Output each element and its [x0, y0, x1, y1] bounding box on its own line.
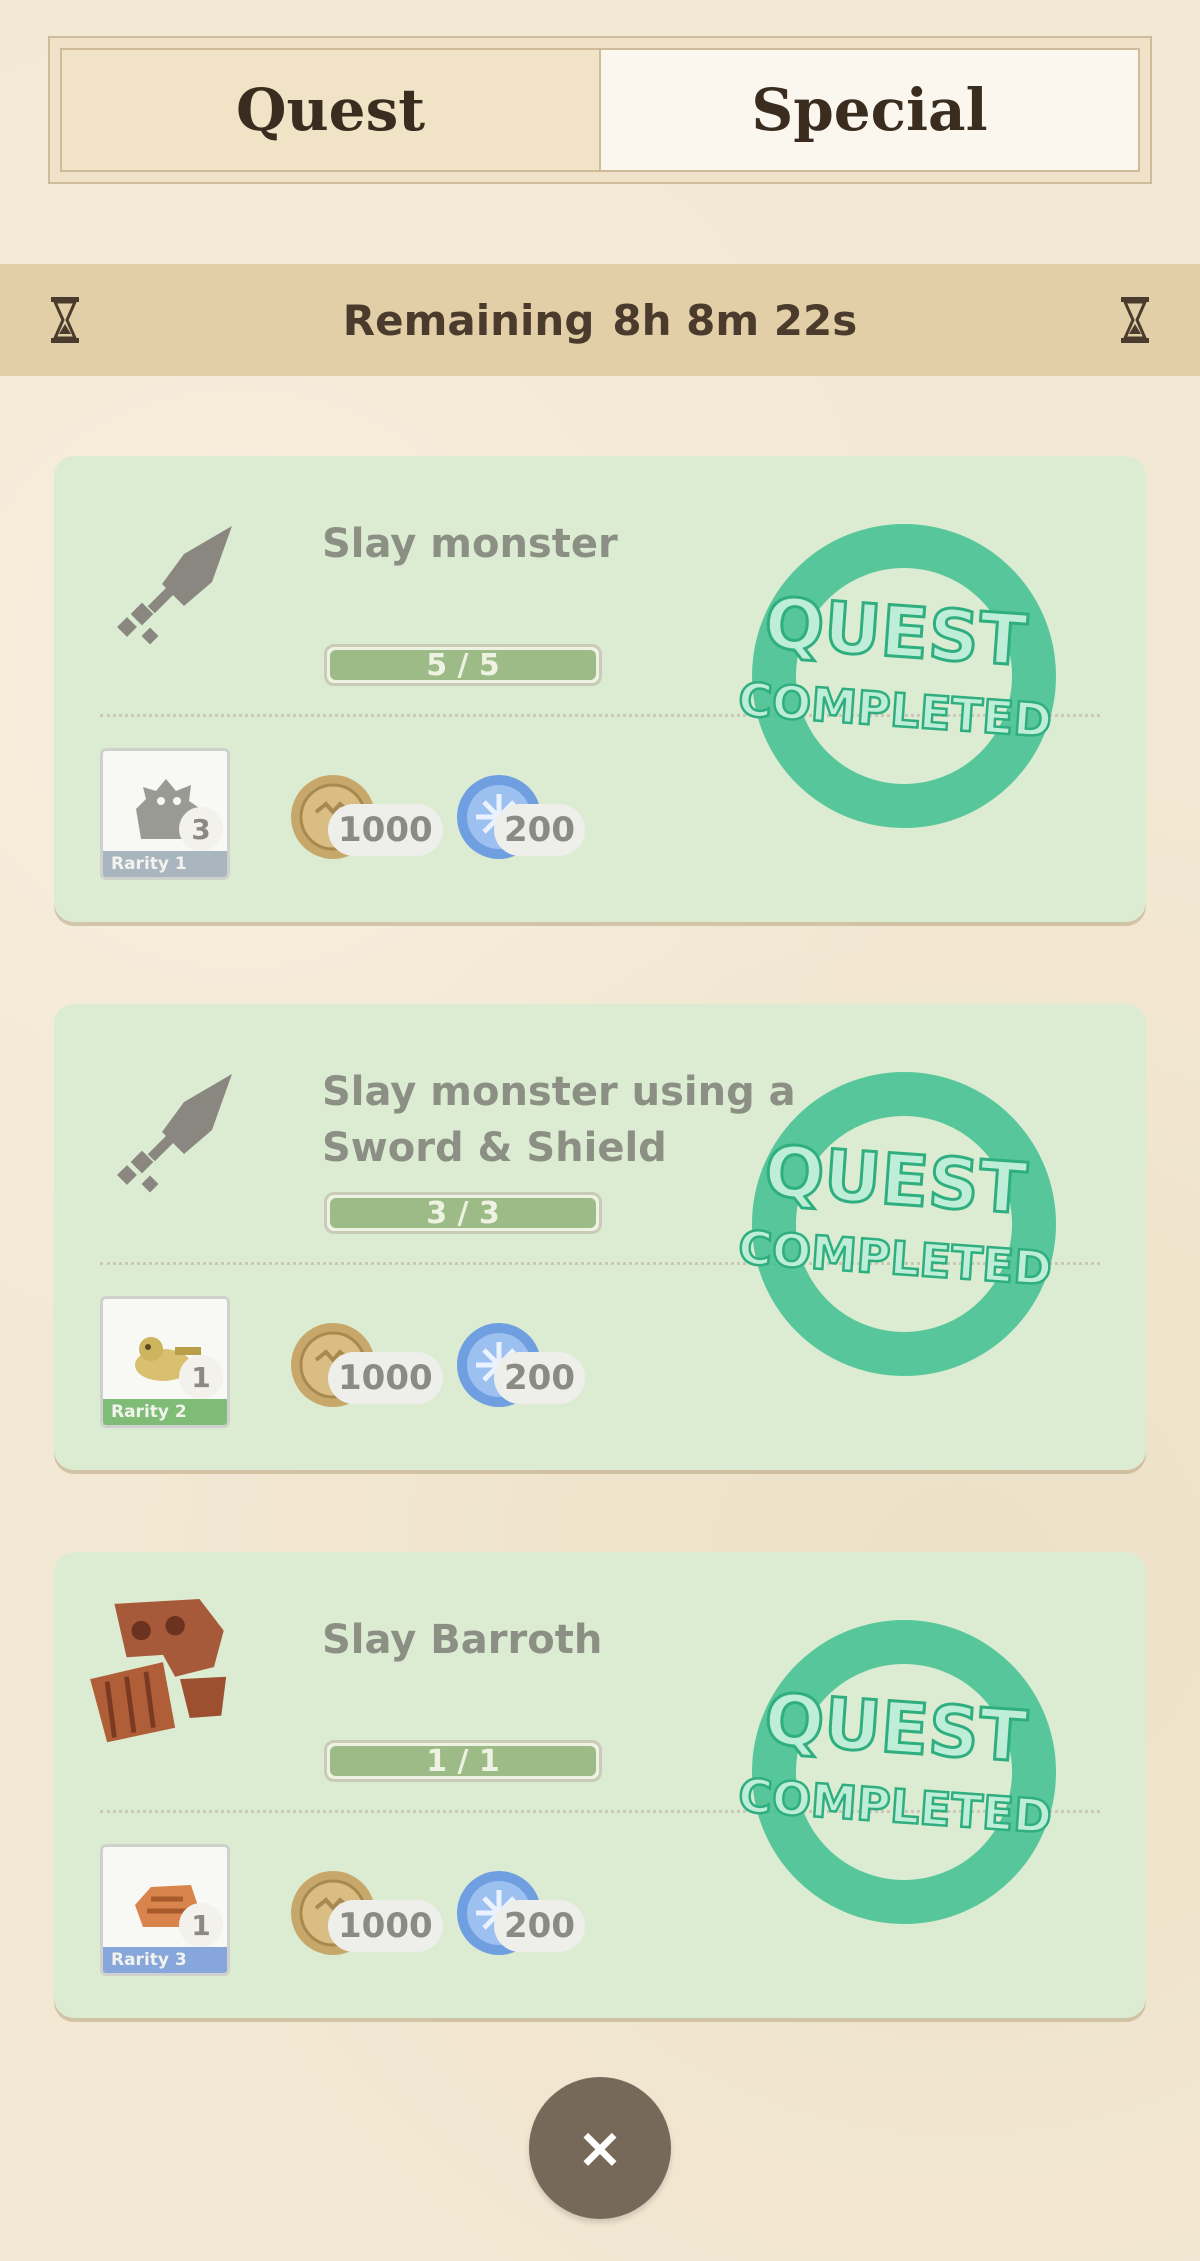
reward-item[interactable]: 3 Rarity 1 — [100, 748, 230, 880]
quest-card[interactable]: Slay monster 5 / 5 3 Rarity 1 1000 200 Q… — [54, 456, 1146, 922]
progress-text: 3 / 3 — [426, 1195, 500, 1231]
stamp-quest-text: QUEST — [762, 582, 1030, 682]
zenny-reward: 1000 — [288, 1862, 443, 1962]
hourglass-icon — [51, 297, 79, 343]
progress-text: 1 / 1 — [426, 1743, 500, 1779]
zenny-reward: 1000 — [288, 1314, 443, 1414]
tab-special[interactable]: Special — [599, 50, 1138, 170]
close-button[interactable]: × — [529, 2077, 671, 2219]
quest-card[interactable]: Slay monster using a Sword & Shield 3 / … — [54, 1004, 1146, 1470]
sword-icon — [117, 526, 232, 645]
quest-card[interactable]: Slay Barroth 1 / 1 1 Rarity 3 1000 200 Q… — [54, 1552, 1146, 2018]
reward-item[interactable]: 1 Rarity 2 — [100, 1296, 230, 1428]
quest-completed-stamp: QUEST COMPLETED — [735, 524, 1056, 828]
sword-icon — [117, 1074, 232, 1193]
item-count: 3 — [179, 807, 223, 851]
remaining-label: Remaining — [342, 295, 595, 345]
points-amount: 200 — [494, 804, 585, 856]
remaining-timer-bar: Remaining 8h 8m 22s — [0, 264, 1200, 376]
quest-completed-stamp: QUEST COMPLETED — [735, 1072, 1056, 1376]
zenny-amount: 1000 — [328, 1352, 443, 1404]
tab-quest[interactable]: Quest — [62, 50, 599, 170]
item-count: 1 — [179, 1355, 223, 1399]
barroth-icon — [90, 1599, 227, 1743]
points-reward: 200 — [454, 766, 604, 866]
stamp-quest-text: QUEST — [762, 1678, 1030, 1778]
remaining-value: 8h 8m 22s — [612, 295, 858, 345]
quest-completed-stamp: QUEST COMPLETED — [735, 1620, 1056, 1924]
zenny-reward: 1000 — [288, 766, 443, 866]
points-amount: 200 — [494, 1900, 585, 1952]
rarity-label: Rarity 3 — [103, 1947, 227, 1973]
points-amount: 200 — [494, 1352, 585, 1404]
item-count: 1 — [179, 1903, 223, 1947]
remaining-timer: Remaining 8h 8m 22s — [343, 296, 857, 345]
progress-fill: 3 / 3 — [330, 1195, 596, 1231]
points-reward: 200 — [454, 1862, 604, 1962]
progress-fill: 5 / 5 — [330, 647, 596, 683]
tab-bar: Quest Special — [48, 36, 1152, 184]
progress-text: 5 / 5 — [426, 647, 500, 683]
points-reward: 200 — [454, 1314, 604, 1414]
progress-fill: 1 / 1 — [330, 1743, 596, 1779]
hourglass-icon — [1121, 297, 1149, 343]
stamp-quest-text: QUEST — [762, 1130, 1030, 1230]
progress-bar: 3 / 3 — [324, 1192, 602, 1234]
rarity-label: Rarity 1 — [103, 851, 227, 877]
zenny-amount: 1000 — [328, 804, 443, 856]
reward-item[interactable]: 1 Rarity 3 — [100, 1844, 230, 1976]
close-icon: × — [576, 2115, 624, 2181]
progress-bar: 5 / 5 — [324, 644, 602, 686]
rarity-label: Rarity 2 — [103, 1399, 227, 1425]
zenny-amount: 1000 — [328, 1900, 443, 1952]
tab-bar-inner: Quest Special — [60, 48, 1140, 172]
progress-bar: 1 / 1 — [324, 1740, 602, 1782]
